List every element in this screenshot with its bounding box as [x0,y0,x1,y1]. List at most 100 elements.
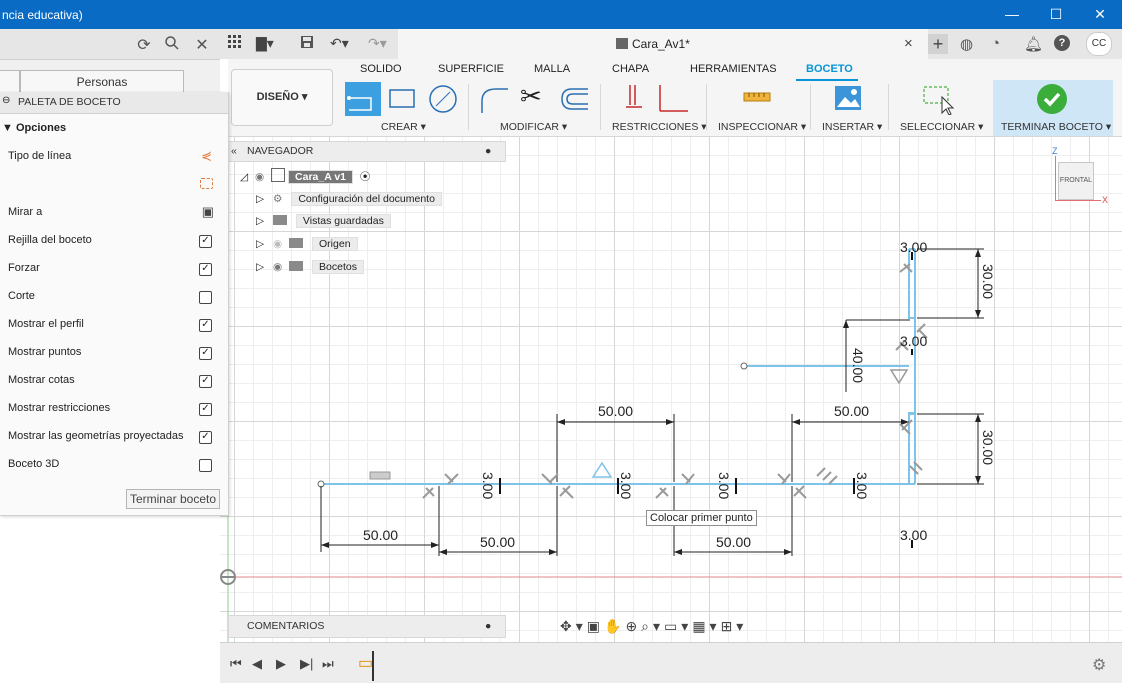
measure-tool-icon[interactable] [743,89,771,108]
tab-malla[interactable]: MALLA [534,63,570,75]
display-icon[interactable]: ▭▾ [664,618,692,634]
rectangle-tool-icon[interactable] [388,87,418,114]
dimension-label[interactable]: 50.00 [834,403,869,419]
checkbox[interactable]: ✓ [199,431,212,444]
expand-triangle-icon[interactable]: ▷ [256,238,264,250]
timeline-settings-icon[interactable]: ⚙ [1092,655,1106,675]
refresh-icon[interactable]: ⟳ [134,35,154,55]
checkbox[interactable]: ✓ [199,347,212,360]
checkmark-icon[interactable] [1037,84,1067,114]
linetype-icon[interactable]: ⋞ [201,148,212,164]
tab-people[interactable]: Personas [20,70,184,93]
close-window-button[interactable]: ✕ [1078,0,1122,29]
group-insertar[interactable]: INSERTAR ▾ [822,121,882,133]
group-modificar[interactable]: MODIFICAR ▾ [500,121,567,133]
checkbox[interactable]: ✓ [199,403,212,416]
look-at-icon[interactable]: ▣ [202,204,214,220]
construction-icon[interactable] [200,178,213,189]
offset-tool-icon[interactable] [556,83,590,118]
orbit-icon[interactable]: ✥▾ [560,618,587,634]
palette-collapse-icon[interactable]: ⊖ [2,95,10,106]
dimension-label[interactable]: 50.00 [716,534,751,550]
dimension-label[interactable]: 3.00 [854,472,870,499]
checkbox[interactable]: ✓ [199,319,212,332]
minimize-button[interactable]: — [990,0,1034,29]
tab-chapa[interactable]: CHAPA [612,63,649,75]
dimension-label[interactable]: 50.00 [598,403,633,419]
redo-icon[interactable]: ↷▾ [368,35,387,52]
activate-radio-icon[interactable]: ⦿ [360,171,371,183]
document-tab[interactable]: Cara_Av1* × [398,29,928,59]
fit-icon[interactable]: ⌕▾ [641,618,664,634]
checkbox[interactable]: ✓ [199,235,212,248]
undo-icon[interactable]: ↶▾ [330,35,349,52]
zoom-icon[interactable]: ⊕ [625,618,641,634]
save-icon[interactable] [300,35,314,52]
fillet-tool-icon[interactable] [478,83,510,118]
workspace-button[interactable]: DISEÑO ▾ [231,69,333,126]
group-restricciones[interactable]: RESTRICCIONES ▾ [612,121,707,133]
checkbox[interactable]: ✓ [199,263,212,276]
navigator-options-icon[interactable]: ● [485,145,491,157]
dimension-label[interactable]: 3.00 [900,527,927,543]
close-panel-icon[interactable]: ✕ [192,35,212,55]
visibility-icon[interactable]: ◉ [255,171,264,183]
file-icon[interactable]: ▇▾ [256,35,274,52]
hidden-visibility-icon[interactable]: ◉ [273,238,282,250]
options-section[interactable]: ▼ Opciones [2,122,66,134]
timeline-marker[interactable] [372,651,374,681]
checkbox[interactable] [199,459,212,472]
expand-triangle-icon[interactable]: ▷ [256,261,264,273]
notifications-icon[interactable]: 🔔︎ [1024,35,1043,53]
new-tab-icon[interactable]: + [928,34,948,54]
maximize-button[interactable]: ☐ [1034,0,1078,29]
dimension-label[interactable]: 50.00 [363,527,398,543]
navigator-item-label[interactable]: Bocetos [312,260,364,274]
viewports-icon[interactable]: ⊞▾ [721,618,748,634]
grid-menu-icon[interactable] [228,35,242,52]
trim-tool-icon[interactable]: ✂ [520,81,542,112]
navigator-item-label[interactable]: Vistas guardadas [295,214,391,228]
close-document-button[interactable]: × [904,35,913,52]
navigator-item[interactable]: ▷ ◉ Bocetos [256,258,364,276]
navigator-item[interactable]: ▷ Vistas guardadas [256,212,391,230]
dimension-label[interactable]: 3.00 [900,333,927,349]
grid-icon[interactable]: ▦▾ [692,618,720,634]
tab-solido[interactable]: SOLIDO [360,63,402,75]
tab-herramientas[interactable]: HERRAMIENTAS [690,63,777,75]
expand-triangle-icon[interactable]: ▷ [256,215,264,227]
dimension-label[interactable]: 30.00 [980,264,996,299]
group-inspeccionar[interactable]: INSPECCIONAR ▾ [718,121,806,133]
line-tool-icon[interactable] [345,82,381,116]
visibility-icon[interactable]: ◉ [273,261,282,273]
next-step-icon[interactable]: ▶| [300,656,313,672]
perpendicular-constraint-icon[interactable] [656,83,690,118]
navigator-root[interactable]: ◿ ◉ Cara_A v1 ⦿ [240,168,370,186]
sketch-timeline-icon[interactable]: ▭ [358,653,373,673]
group-seleccionar[interactable]: SELECCIONAR ▾ [900,121,983,133]
dimension-label[interactable]: 30.00 [980,430,996,465]
group-terminar-boceto[interactable]: TERMINAR BOCETO ▾ [1001,121,1111,133]
job-status-icon[interactable]: ◔ [991,35,1000,52]
first-step-icon[interactable]: ⏮ [230,656,242,672]
group-crear[interactable]: CREAR ▾ [381,121,426,133]
checkbox[interactable]: ✓ [199,375,212,388]
insert-image-icon[interactable] [834,85,862,114]
previous-step-icon[interactable]: ◀ [252,656,262,672]
dimension-label[interactable]: 3.00 [618,472,634,499]
expand-triangle-icon[interactable]: ▷ [256,193,264,205]
navigator-item-label[interactable]: Configuración del documento [291,192,442,206]
user-avatar[interactable]: CC [1086,32,1112,56]
dimension-label[interactable]: 50.00 [480,534,515,550]
coincident-constraint-icon[interactable] [624,83,644,118]
extensions-icon[interactable]: ◍ [960,35,973,53]
finish-sketch-button[interactable]: Terminar boceto [126,489,220,509]
last-step-icon[interactable]: ⏭ [322,656,334,672]
navigator-item-label[interactable]: Origen [312,237,358,251]
dimension-label[interactable]: 3.00 [900,239,927,255]
dimension-label[interactable]: 3.00 [480,472,496,499]
look-at-icon[interactable]: ▣ [587,618,604,634]
finish-sketch-area[interactable]: TERMINAR BOCETO ▾ [993,80,1113,136]
root-label[interactable]: Cara_A v1 [288,170,353,184]
comments-add-icon[interactable]: ● [485,620,491,632]
